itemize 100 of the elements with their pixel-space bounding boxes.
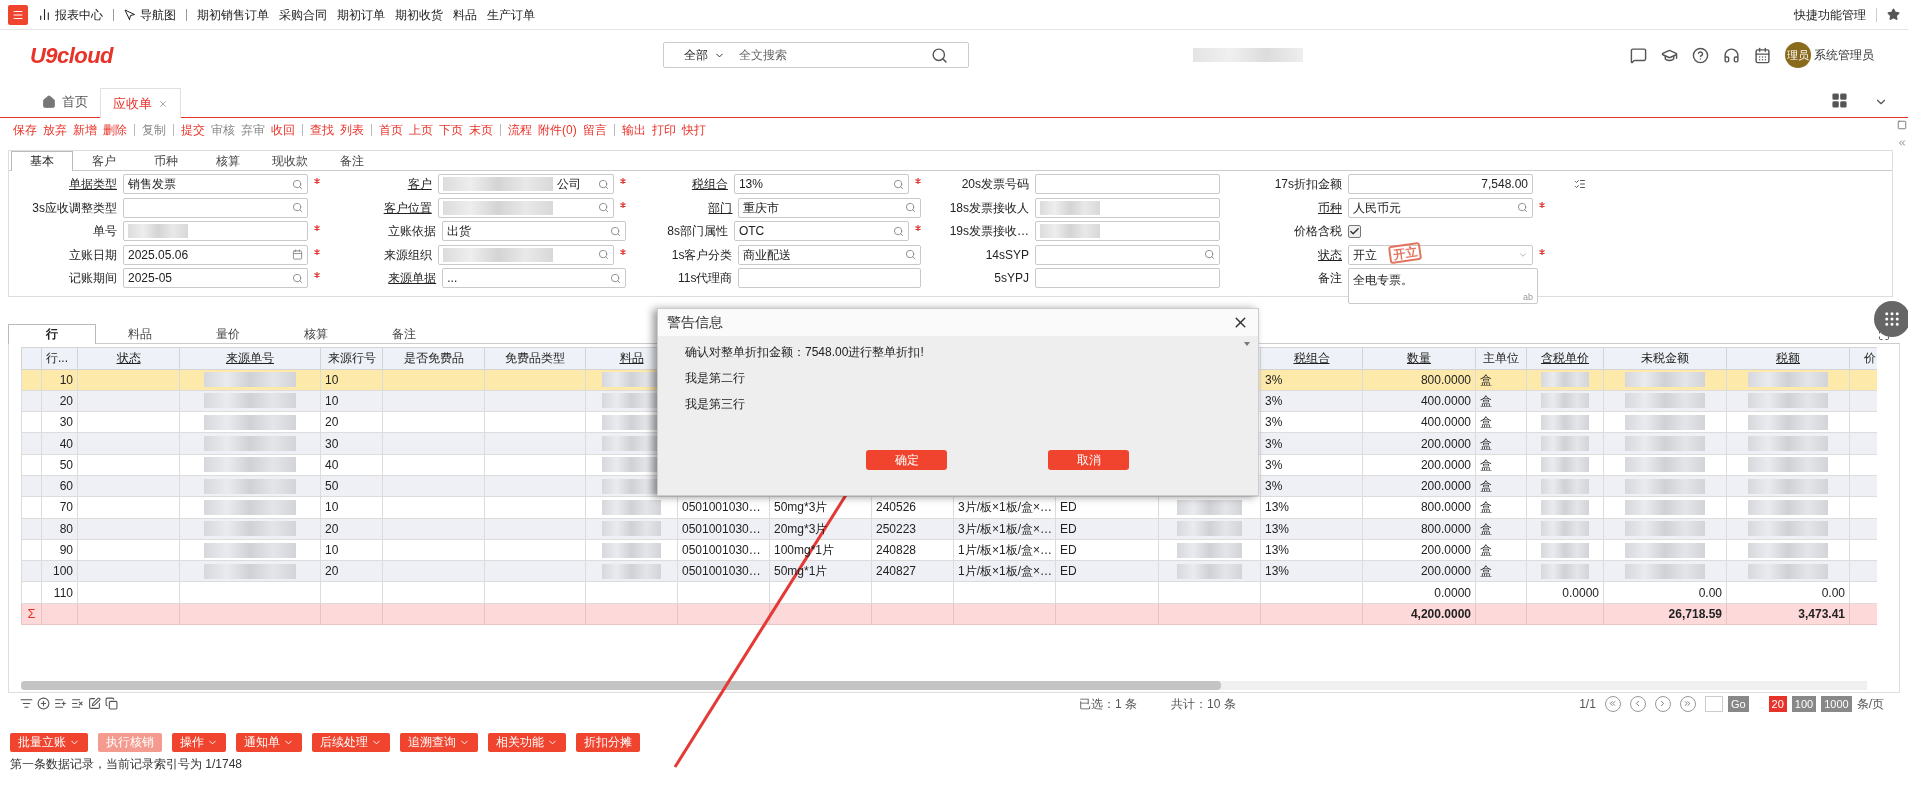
calendar-icon[interactable] bbox=[1754, 46, 1771, 64]
toolbar-button[interactable]: 末页 bbox=[469, 121, 493, 139]
search-field[interactable]: 全部 全文搜索 bbox=[663, 42, 969, 68]
lookup-field[interactable]: 公司 bbox=[437, 174, 614, 194]
action-button[interactable]: 相关功能 bbox=[488, 732, 566, 752]
lookup-field[interactable]: 销售发票 bbox=[123, 174, 308, 194]
horizontal-scrollbar[interactable] bbox=[21, 680, 1867, 690]
toolbar-button[interactable]: 附件(0) bbox=[538, 121, 577, 139]
avatar[interactable]: 理员 bbox=[1785, 42, 1811, 68]
lookup-field[interactable]: ... bbox=[442, 268, 626, 288]
dialog-button[interactable]: 取消 bbox=[1048, 450, 1129, 470]
help-icon[interactable] bbox=[1692, 46, 1709, 64]
toolbar-button[interactable]: 首页 bbox=[379, 121, 403, 139]
floating-menu-button[interactable] bbox=[1874, 301, 1908, 337]
lookup-field[interactable]: 出货 bbox=[442, 221, 626, 241]
filter-icon[interactable] bbox=[20, 697, 33, 710]
input-field[interactable] bbox=[1035, 174, 1220, 194]
dialog-button[interactable]: 确定 bbox=[866, 450, 947, 470]
action-button[interactable]: 折扣分摊 bbox=[576, 732, 640, 752]
chat-icon[interactable] bbox=[1630, 46, 1647, 64]
nav-link[interactable]: 期初订单 bbox=[337, 5, 385, 24]
status-field[interactable]: 开立 开立 bbox=[1348, 244, 1533, 265]
form-tab[interactable]: 客户 bbox=[73, 152, 135, 170]
toolbar-button[interactable]: 放弃 bbox=[43, 121, 67, 139]
page-size-button[interactable]: 1000 bbox=[1821, 695, 1852, 712]
lookup-field[interactable]: 13% bbox=[733, 174, 909, 194]
grid-tab[interactable]: 量价 bbox=[184, 324, 272, 343]
list-settings-icon[interactable] bbox=[1574, 178, 1586, 190]
column-header[interactable]: 状态 bbox=[116, 351, 141, 365]
headset-icon[interactable] bbox=[1723, 46, 1740, 64]
lookup-field[interactable] bbox=[123, 197, 308, 218]
toolbar-button[interactable]: 上页 bbox=[409, 121, 433, 139]
toolbar-button[interactable]: 收回 bbox=[271, 121, 295, 139]
restore-icon[interactable] bbox=[1897, 120, 1907, 130]
action-button[interactable]: 操作 bbox=[172, 732, 226, 752]
page-input[interactable] bbox=[1704, 695, 1723, 712]
form-tab[interactable]: 币种 bbox=[135, 152, 197, 170]
toolbar-button[interactable]: 新增 bbox=[73, 121, 97, 139]
nav-link[interactable]: 导航图 bbox=[124, 5, 176, 24]
nav-link[interactable]: 生产订单 bbox=[487, 5, 535, 24]
search-icon[interactable] bbox=[931, 46, 948, 64]
lookup-field[interactable] bbox=[437, 244, 614, 265]
collapse-icon[interactable] bbox=[1897, 138, 1907, 148]
form-tab[interactable]: 备注 bbox=[321, 152, 383, 170]
toolbar-button[interactable]: 快打 bbox=[681, 121, 706, 139]
search-icon[interactable] bbox=[1517, 202, 1528, 213]
delete-row-icon[interactable] bbox=[71, 697, 84, 710]
toolbar-button[interactable]: 查找 bbox=[310, 121, 334, 139]
calendar-icon[interactable] bbox=[292, 249, 303, 260]
nav-link[interactable]: 采购合同 bbox=[279, 5, 327, 24]
action-button[interactable]: 后续处理 bbox=[312, 732, 390, 752]
toolbar-button[interactable]: 删除 bbox=[103, 121, 127, 139]
form-tab[interactable]: 基本 bbox=[11, 151, 73, 171]
lookup-field[interactable]: 重庆市 bbox=[738, 197, 921, 218]
page-tab[interactable]: 首页 bbox=[30, 87, 100, 117]
nav-link[interactable]: 料品 bbox=[453, 5, 477, 24]
page-size-button[interactable]: 100 bbox=[1791, 695, 1817, 712]
page-size-button[interactable]: 20 bbox=[1768, 695, 1787, 712]
form-tab[interactable]: 核算 bbox=[197, 152, 259, 170]
column-header[interactable]: 数量 bbox=[1407, 351, 1431, 365]
checkbox[interactable] bbox=[1348, 224, 1361, 238]
search-icon[interactable] bbox=[292, 202, 303, 213]
table-row[interactable]: 70 10 0501001030… 50mg*3片 240526 3片/板×1板/盒×… ED 13% 800.0000 盒 bbox=[21, 496, 1877, 519]
lookup-field[interactable] bbox=[1035, 244, 1220, 265]
toolbar-button[interactable]: 下页 bbox=[439, 121, 463, 139]
nav-link[interactable]: 期初收货 bbox=[395, 5, 443, 24]
amount-field[interactable]: 7,548.00 bbox=[1348, 174, 1533, 194]
toolbar-button[interactable]: 输出 bbox=[621, 121, 646, 139]
menu-button[interactable] bbox=[8, 4, 28, 25]
search-icon[interactable] bbox=[598, 202, 609, 213]
nav-link[interactable]: 报表中心 bbox=[38, 5, 103, 24]
insert-row-icon[interactable] bbox=[54, 697, 67, 710]
toolbar-button[interactable]: 打印 bbox=[651, 121, 676, 139]
edit-icon[interactable] bbox=[88, 697, 101, 710]
go-button[interactable]: Go bbox=[1727, 695, 1749, 712]
search-icon[interactable] bbox=[1204, 249, 1215, 260]
grid-view-icon[interactable] bbox=[1831, 92, 1848, 109]
search-icon[interactable] bbox=[905, 249, 916, 260]
input-field[interactable] bbox=[738, 268, 921, 288]
star-icon[interactable] bbox=[1887, 8, 1900, 21]
toolbar-button[interactable]: 流程 bbox=[508, 121, 532, 139]
lookup-field[interactable]: 商业配送 bbox=[738, 244, 921, 265]
grid-tab[interactable]: 料品 bbox=[96, 324, 184, 343]
column-header[interactable]: 税额 bbox=[1776, 351, 1800, 365]
toolbar-button[interactable]: 留言 bbox=[582, 121, 607, 139]
form-tab[interactable]: 现收款 bbox=[259, 152, 321, 170]
toolbar-button[interactable]: 提交 bbox=[181, 121, 205, 139]
nav-link[interactable]: 快捷功能管理 bbox=[1794, 5, 1866, 24]
grid-tab[interactable]: 备注 bbox=[360, 324, 448, 343]
input-field[interactable] bbox=[123, 221, 308, 241]
lookup-field[interactable]: 2025-05 bbox=[123, 268, 308, 288]
search-icon[interactable] bbox=[598, 249, 609, 260]
input-field[interactable] bbox=[1035, 221, 1220, 241]
action-button[interactable]: 追溯查询 bbox=[400, 732, 478, 752]
input-field[interactable] bbox=[1035, 197, 1220, 218]
nav-link[interactable]: 期初销售订单 bbox=[197, 5, 269, 24]
lookup-field[interactable] bbox=[437, 197, 614, 218]
text-area[interactable]: 全电专票。 ab bbox=[1348, 268, 1538, 304]
table-row[interactable]: 110 0.0000 0.0000 0.00 0.00 bbox=[21, 581, 1877, 604]
add-icon[interactable] bbox=[37, 697, 50, 710]
